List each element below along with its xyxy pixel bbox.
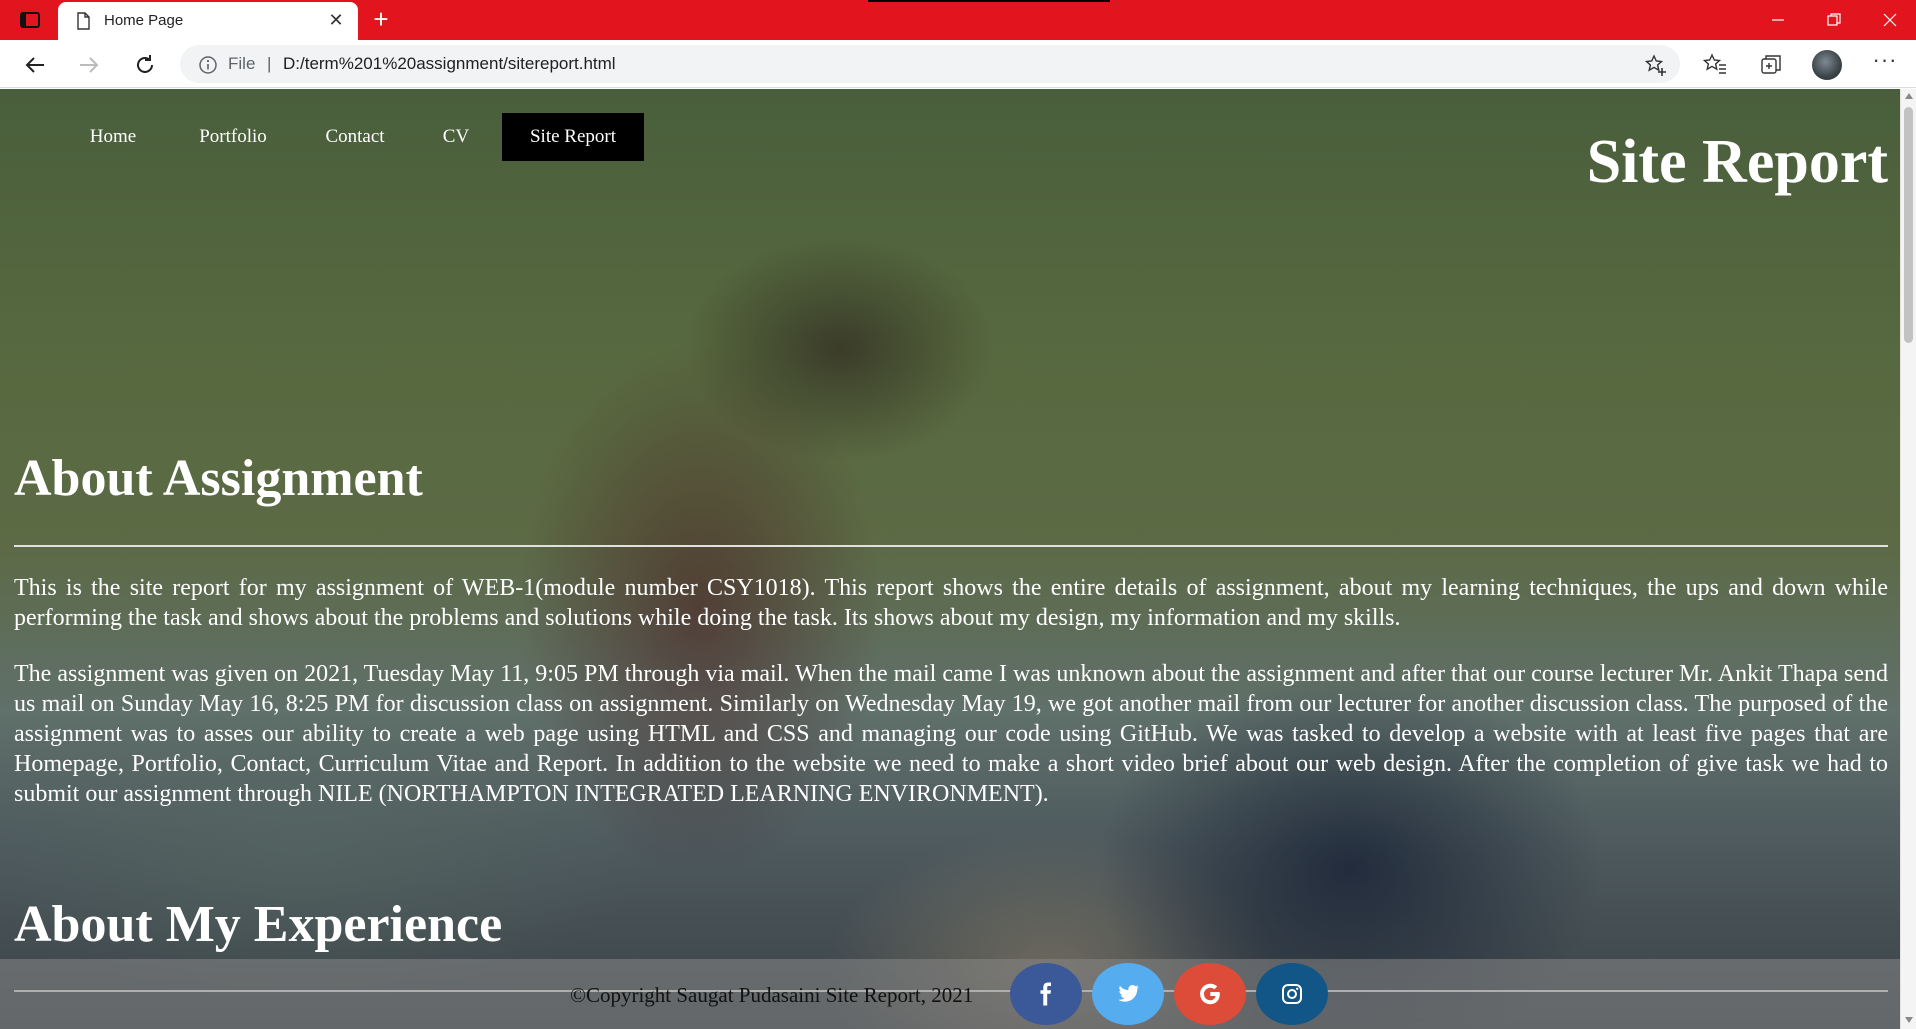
page-title: Site Report [1586, 128, 1888, 196]
google-button[interactable] [1174, 963, 1246, 1025]
browser-toolbar: File | D:/term%201%20assignment/siterepo… [0, 40, 1916, 88]
browser-title-bar: Home Page ✕ + [0, 0, 1916, 40]
new-tab-button[interactable]: + [368, 6, 394, 32]
address-separator: | [267, 54, 272, 73]
twitter-icon [1118, 985, 1139, 1002]
add-favorite-icon[interactable] [1644, 53, 1668, 77]
minimize-button[interactable] [1750, 0, 1806, 40]
favorites-icon[interactable] [1702, 52, 1728, 78]
refresh-icon[interactable] [130, 50, 160, 80]
info-icon[interactable] [198, 55, 218, 75]
nav-cv[interactable]: CV [428, 113, 484, 161]
section-heading-about-experience: About My Experience [14, 896, 503, 953]
paragraph-intro: This is the site report for my assignmen… [14, 575, 1888, 631]
twitter-button[interactable] [1092, 963, 1164, 1025]
nav-portfolio[interactable]: Portfolio [177, 113, 289, 161]
google-icon [1200, 983, 1220, 1005]
page-icon [77, 12, 90, 30]
address-bar[interactable]: File | D:/term%201%20assignment/siterepo… [180, 45, 1680, 83]
tab-title: Home Page [104, 12, 184, 29]
footer-copyright: ©Copyright Saugat Pudasaini Site Report,… [570, 983, 974, 1007]
browser-tab-active[interactable]: Home Page ✕ [58, 2, 358, 40]
title-bar-drag-region [868, 0, 1110, 2]
collections-icon[interactable] [1758, 52, 1784, 78]
restore-icon [1827, 13, 1841, 26]
tab-actions-icon[interactable] [18, 10, 42, 30]
restore-button[interactable] [1806, 0, 1862, 40]
more-options-icon[interactable]: ··· [1870, 49, 1900, 76]
scrollbar-thumb[interactable] [1904, 107, 1913, 343]
nav-contact[interactable]: Contact [305, 113, 405, 161]
address-scheme-label: File [228, 54, 256, 73]
nav-home[interactable]: Home [62, 113, 164, 161]
forward-arrow-icon[interactable] [74, 50, 104, 80]
instagram-button[interactable] [1256, 963, 1328, 1025]
facebook-button[interactable] [1010, 963, 1082, 1025]
facebook-icon [1040, 982, 1051, 1006]
minimize-icon [1772, 19, 1784, 21]
instagram-icon [1282, 984, 1302, 1004]
section-divider [14, 545, 1888, 547]
close-window-button[interactable] [1862, 0, 1916, 40]
tab-close-icon[interactable]: ✕ [326, 10, 346, 30]
scroll-up-icon[interactable] [1905, 93, 1913, 99]
paragraph-assignment-details: The assignment was given on 2021, Tuesda… [14, 661, 1888, 807]
section-heading-about-assignment: About Assignment [14, 450, 423, 507]
page-viewport: Home Portfolio Contact CV Site Report Si… [0, 89, 1900, 1029]
page-scrollbar[interactable] [1900, 89, 1916, 1029]
nav-site-report[interactable]: Site Report [502, 113, 644, 161]
scroll-down-icon[interactable] [1905, 1017, 1913, 1023]
address-url[interactable]: D:/term%201%20assignment/sitereport.html [283, 54, 616, 74]
close-icon [1883, 13, 1897, 27]
site-footer: ©Copyright Saugat Pudasaini Site Report,… [0, 959, 1900, 1029]
profile-avatar[interactable] [1812, 50, 1842, 80]
back-arrow-icon[interactable] [20, 50, 50, 80]
